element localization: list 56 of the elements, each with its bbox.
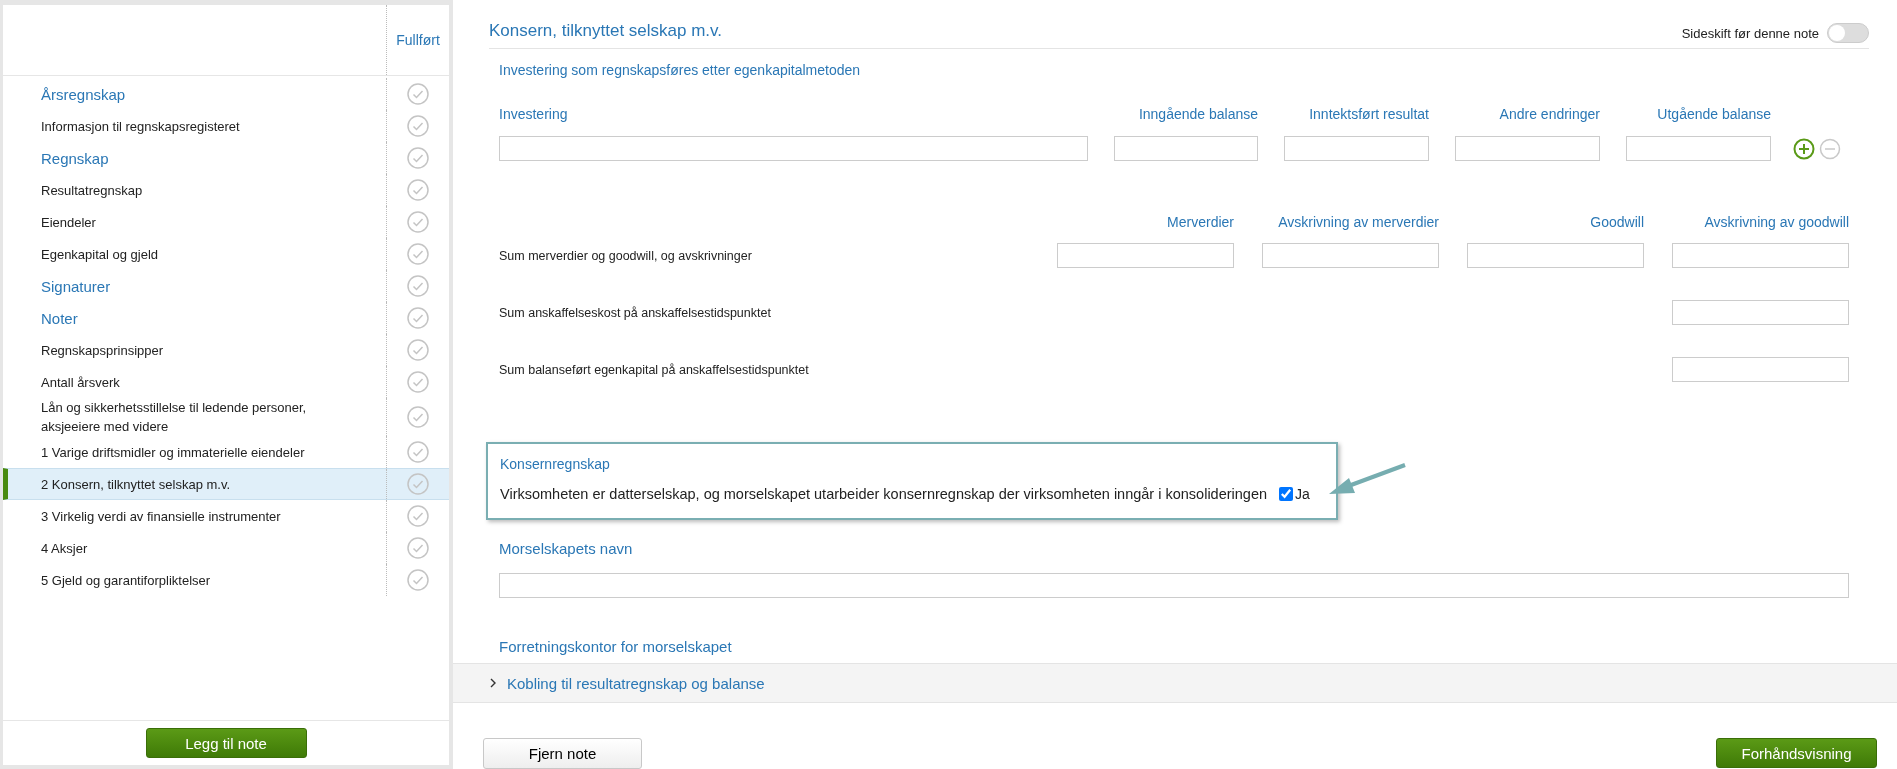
item-label: Regnskap: [8, 142, 387, 174]
sidebar-item[interactable]: Resultatregnskap: [3, 174, 449, 206]
sidebar-item[interactable]: 5 Gjeld og garantiforpliktelser: [3, 564, 449, 596]
statement-text: Virksomheten er datterselskap, og morselskapet utarbeider konsernregnskap der virksomheten inngår i konsolideringen: [500, 486, 1268, 502]
checkbox-label: Ja: [1295, 486, 1310, 502]
sidebar-item[interactable]: Regnskapsprinsipper: [3, 334, 449, 366]
column-heading: Inngående balanse: [1137, 106, 1258, 122]
column-heading: Fullført: [396, 32, 440, 48]
item-label: Noter: [8, 302, 387, 334]
item-label: 4 Aksjer: [8, 532, 387, 564]
toggle-label: Sideskift før denne note: [1681, 25, 1819, 41]
column-heading: Merverdier: [1166, 214, 1234, 230]
column-heading: Avskrivning av merverdier: [1277, 214, 1439, 230]
item-label: 5 Gjeld og garantiforpliktelser: [8, 564, 387, 596]
collapsible-section-header[interactable]: Kobling til resultatregnskap og balanse: [453, 663, 1897, 703]
sidebar-item[interactable]: Noter: [3, 302, 449, 334]
column-heading: Inntektsført resultat: [1308, 106, 1429, 122]
item-label: 2 Konsern, tilknyttet selskap m.v.: [8, 469, 387, 499]
sidebar-item[interactable]: 2 Konsern, tilknyttet selskap m.v.: [3, 468, 449, 500]
field-label: Forretningskontor for morselskapet: [499, 638, 733, 655]
row-label: Sum anskaffelseskost på anskaffelsestidspunktet: [499, 305, 772, 320]
sidebar-item[interactable]: Regnskap: [3, 142, 449, 174]
item-label: Eiendeler: [8, 206, 387, 238]
item-label: Signaturer: [8, 270, 387, 302]
section-heading: Konsernregnskap: [500, 456, 611, 472]
column-heading: Investering: [499, 106, 569, 122]
item-label: Lån og sikkerhetsstillelse til ledende personer, aksjeeiere med videre: [8, 398, 387, 436]
sidebar-item[interactable]: Lån og sikkerhetsstillelse til ledende personer, aksjeeiere med videre: [3, 398, 449, 436]
sidebar-item[interactable]: Egenkapital og gjeld: [3, 238, 449, 270]
item-label: Resultatregnskap: [8, 174, 387, 206]
column-heading: Utgående balanse: [1656, 106, 1771, 122]
item-label: Egenkapital og gjeld: [8, 238, 387, 270]
field-label: Morselskapets navn: [499, 540, 634, 557]
item-label: Informasjon til regnskapsregisteret: [8, 110, 387, 142]
section-heading: Investering som regnskapsføres etter egenkapitalmetoden: [499, 62, 862, 78]
add-note-button[interactable]: Legg til note: [145, 728, 307, 758]
sidebar-item[interactable]: Årsregnskap: [3, 78, 449, 110]
item-label: Antall årsverk: [8, 366, 387, 398]
remove-note-button[interactable]: Fjern note: [483, 738, 642, 769]
row-label: Sum balanseført egenkapital på anskaffelsestidspunktet: [499, 362, 810, 377]
sidebar-item[interactable]: 4 Aksjer: [3, 532, 449, 564]
column-heading: Avskrivning av goodwill: [1703, 214, 1849, 230]
item-label: Årsregnskap: [8, 78, 387, 110]
sidebar-item[interactable]: Signaturer: [3, 270, 449, 302]
item-label: 3 Virkelig verdi av finansielle instrumenter: [8, 500, 387, 532]
sidebar-item[interactable]: 3 Virkelig verdi av finansielle instrumenter: [3, 500, 449, 532]
column-heading: Goodwill: [1589, 214, 1644, 230]
section-label: Kobling til resultatregnskap og balanse: [507, 674, 765, 692]
row-label: Sum merverdier og goodwill, og avskrivninger: [499, 248, 753, 263]
sidebar-item[interactable]: Eiendeler: [3, 206, 449, 238]
column-heading: Andre endringer: [1498, 106, 1600, 122]
preview-button[interactable]: Forhåndsvisning: [1716, 738, 1877, 768]
note-title: Konsern, tilknyttet selskap m.v.: [489, 21, 723, 42]
item-label: Regnskapsprinsipper: [8, 334, 387, 366]
sidebar-item[interactable]: Antall årsverk: [3, 366, 449, 398]
sidebar-item[interactable]: Informasjon til regnskapsregisteret: [3, 110, 449, 142]
